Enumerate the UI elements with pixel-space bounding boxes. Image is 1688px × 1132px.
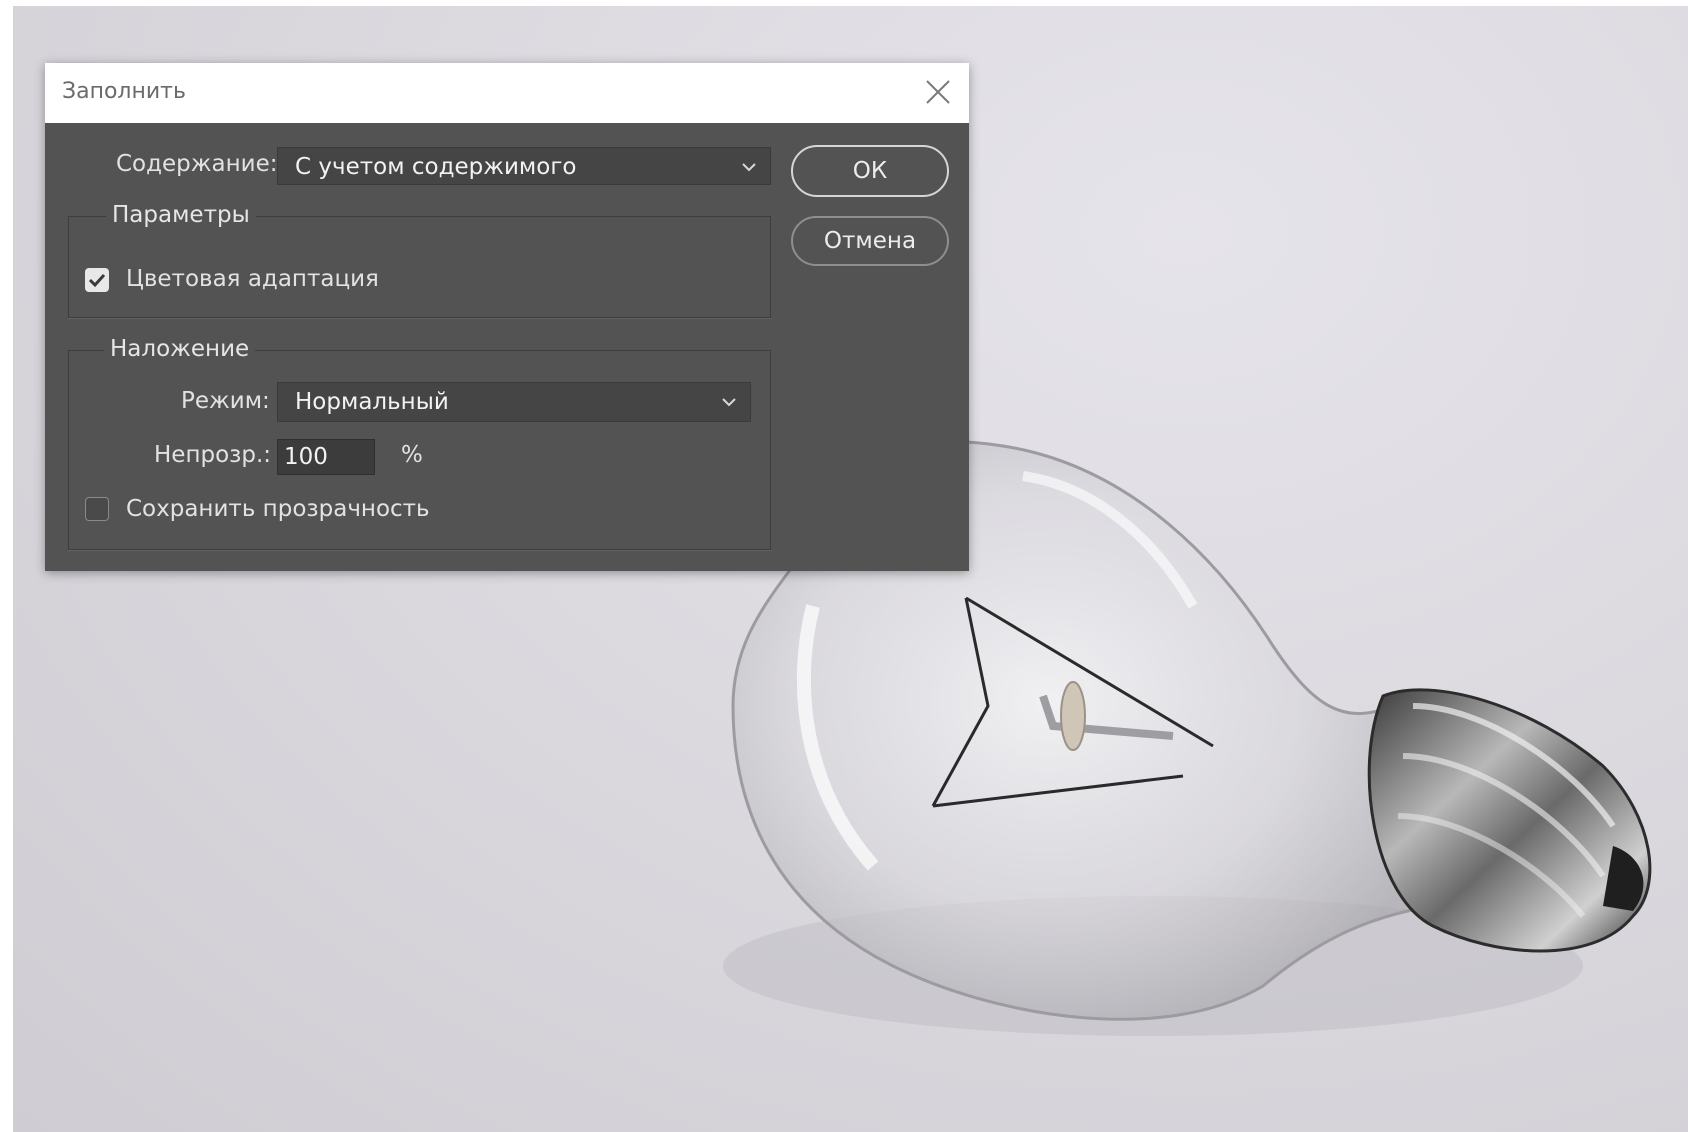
chevron-down-icon	[722, 398, 736, 407]
preserve-transparency-checkbox[interactable]	[85, 497, 109, 521]
opacity-input[interactable]: 100	[277, 439, 375, 475]
opacity-unit: %	[401, 442, 423, 468]
content-select[interactable]: С учетом содержимого	[277, 147, 771, 185]
document-canvas: Заполнить Содержание: С учетом содержимо…	[0, 0, 1688, 1132]
blending-legend: Наложение	[104, 336, 256, 362]
cancel-button[interactable]: Отмена	[791, 216, 949, 266]
mode-label: Режим:	[181, 388, 270, 414]
dialog-title: Заполнить	[62, 79, 186, 104]
parameters-legend: Параметры	[106, 202, 256, 228]
chevron-down-icon	[742, 163, 756, 172]
checkmark-icon	[88, 273, 106, 288]
mode-select[interactable]: Нормальный	[277, 382, 751, 422]
close-icon[interactable]	[923, 77, 953, 107]
opacity-label: Непрозр.:	[154, 442, 272, 468]
color-adaptation-label: Цветовая адаптация	[126, 266, 379, 292]
dialog-titlebar: Заполнить	[45, 63, 969, 123]
fill-dialog: Заполнить Содержание: С учетом содержимо…	[45, 63, 969, 571]
color-adaptation-checkbox[interactable]	[85, 268, 109, 292]
mode-select-value: Нормальный	[295, 389, 449, 415]
content-select-value: С учетом содержимого	[295, 154, 577, 180]
content-label: Содержание:	[116, 151, 278, 177]
ok-button[interactable]: ОК	[791, 145, 949, 197]
preserve-transparency-label: Сохранить прозрачность	[126, 496, 430, 522]
